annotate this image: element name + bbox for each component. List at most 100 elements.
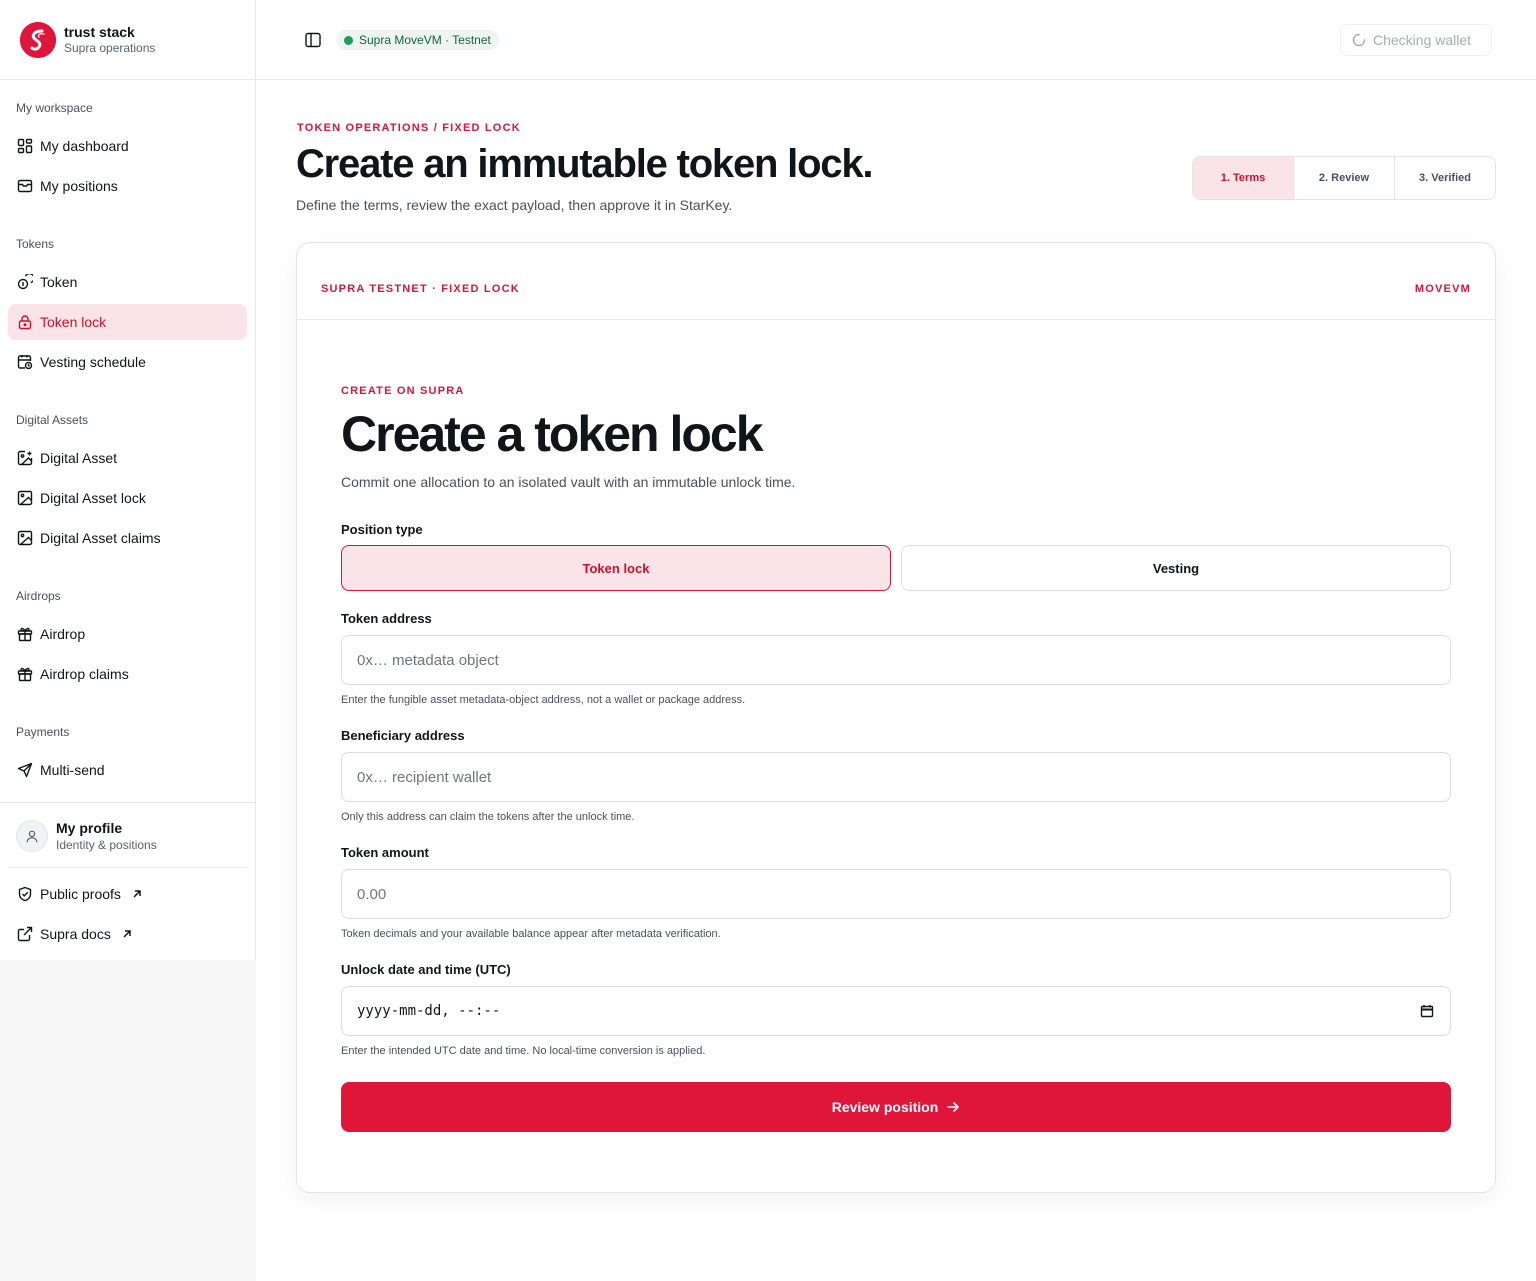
gift-icon	[17, 666, 33, 682]
review-position-label: Review position	[831, 1099, 939, 1115]
sidebar-item-token[interactable]: Token	[8, 264, 247, 300]
external-link-icon	[17, 926, 33, 942]
sidebar-item-label: Digital Asset	[40, 450, 118, 466]
brand-logo-icon	[20, 22, 56, 58]
beneficiary-address-input[interactable]	[341, 752, 1451, 802]
shield-check-icon	[17, 886, 33, 902]
profile-subtitle: Identity & positions	[56, 838, 157, 852]
sidebar-item-digital-asset-claims[interactable]: Digital Asset claims	[8, 520, 247, 556]
form-kicker: CREATE ON SUPRA	[341, 385, 465, 397]
sidebar-item-label: Airdrop claims	[40, 666, 129, 682]
step-terms: 1. Terms	[1193, 157, 1293, 199]
sidebar-item-label: Vesting schedule	[40, 354, 146, 370]
token-amount-input[interactable]	[341, 869, 1451, 919]
gift-icon	[17, 626, 33, 642]
step-verified: 3. Verified	[1394, 157, 1495, 199]
position-type-token-lock[interactable]: Token lock	[341, 545, 891, 591]
unlock-datetime-placeholder: yyyy-mm-dd, --:--	[357, 1003, 501, 1019]
card-vm-label: MOVEVM	[1414, 283, 1471, 295]
page-kicker: TOKEN OPERATIONS / FIXED LOCK	[297, 122, 521, 134]
sidebar-item-label: Digital Asset lock	[40, 490, 146, 506]
brand[interactable]: trust stack Supra operations	[0, 0, 255, 80]
sidebar-item-label: My dashboard	[40, 138, 129, 154]
form-title: Create a token lock	[341, 406, 764, 462]
page-description: Define the terms, review the exact paylo…	[296, 197, 733, 213]
sidebar-item-label: Public proofs	[40, 886, 121, 902]
calendar-icon[interactable]	[1420, 1004, 1434, 1018]
beneficiary-address-hint: Only this address can claim the tokens a…	[341, 811, 635, 823]
coins-icon	[17, 274, 33, 290]
card-network-label: SUPRA TESTNET · FIXED LOCK	[321, 283, 520, 295]
dashboard-icon	[17, 138, 33, 154]
arrow-right-icon	[946, 1100, 960, 1114]
sidebar-item-label: Multi-send	[40, 762, 105, 778]
wallet-status-label: Checking wallet	[1373, 32, 1472, 48]
sidebar-item-my-positions[interactable]: My positions	[8, 168, 247, 204]
token-address-input[interactable]	[341, 635, 1451, 685]
unlock-datetime-input[interactable]: yyyy-mm-dd, --:--	[341, 986, 1451, 1036]
sidebar-item-label: Supra docs	[40, 926, 111, 942]
network-label: Supra MoveVM · Testnet	[359, 33, 491, 47]
sidebar-item-label: Digital Asset claims	[40, 530, 161, 546]
sidebar: trust stack Supra operations My workspac…	[0, 0, 256, 1281]
network-status-dot	[344, 35, 353, 45]
form-description: Commit one allocation to an isolated vau…	[341, 474, 796, 490]
unlock-datetime-hint: Enter the intended UTC date and time. No…	[341, 1045, 706, 1057]
sidebar-divider	[8, 867, 247, 868]
sidebar-item-my-dashboard[interactable]: My dashboard	[8, 128, 247, 164]
network-badge: Supra MoveVM · Testnet	[336, 30, 499, 50]
sidebar-link-supra-docs[interactable]: Supra docs	[8, 916, 247, 952]
sidebar-link-public-proofs[interactable]: Public proofs	[8, 876, 247, 912]
sidebar-item-label: My positions	[40, 178, 118, 194]
token-amount-label: Token amount	[341, 845, 429, 860]
sidebar-toggle-icon[interactable]	[304, 31, 322, 49]
token-address-label: Token address	[341, 611, 432, 626]
token-address-hint: Enter the fungible asset metadata-object…	[341, 694, 746, 706]
sidebar-panel: trust stack Supra operations My workspac…	[0, 0, 256, 960]
arrow-up-right-icon	[131, 888, 143, 900]
sidebar-item-label: Token lock	[40, 314, 107, 330]
sidebar-item-digital-asset[interactable]: Digital Asset	[8, 440, 247, 476]
sidebar-item-label: Airdrop	[40, 626, 86, 642]
profile-name: My profile	[56, 820, 123, 836]
sidebar-section-payments: Payments	[16, 725, 70, 739]
profile-link[interactable]: My profile Identity & positions	[8, 812, 247, 860]
calendar-clock-icon	[17, 354, 33, 370]
sidebar-divider	[0, 802, 255, 803]
brand-subtitle: Supra operations	[64, 41, 156, 55]
image-icon	[17, 530, 33, 546]
sidebar-section-digital-assets: Digital Assets	[16, 413, 89, 427]
beneficiary-address-label: Beneficiary address	[341, 728, 465, 743]
wallet-button[interactable]: Checking wallet	[1340, 24, 1492, 56]
sidebar-item-airdrop-claims[interactable]: Airdrop claims	[8, 656, 247, 692]
token-lock-card: SUPRA TESTNET · FIXED LOCK MOVEVM CREATE…	[296, 242, 1496, 1193]
unlock-datetime-label: Unlock date and time (UTC)	[341, 962, 511, 977]
sidebar-item-multi-send[interactable]: Multi-send	[8, 752, 247, 788]
brand-name: trust stack	[64, 24, 135, 40]
sidebar-item-token-lock[interactable]: Token lock	[8, 304, 247, 340]
position-type-label: Position type	[341, 522, 423, 537]
card-header: SUPRA TESTNET · FIXED LOCK MOVEVM	[297, 243, 1495, 320]
review-position-button[interactable]: Review position	[341, 1082, 1451, 1132]
token-amount-hint: Token decimals and your available balanc…	[341, 928, 721, 940]
image-plus-icon	[17, 450, 33, 466]
loading-spinner-icon	[1352, 33, 1366, 47]
sidebar-section-my-workspace: My workspace	[16, 101, 93, 115]
step-indicator: 1. Terms 2. Review 3. Verified	[1192, 156, 1496, 200]
lock-icon	[17, 314, 33, 330]
sidebar-item-airdrop[interactable]: Airdrop	[8, 616, 247, 652]
inbox-icon	[17, 178, 33, 194]
position-type-vesting[interactable]: Vesting	[901, 545, 1451, 591]
sidebar-item-vesting-schedule[interactable]: Vesting schedule	[8, 344, 247, 380]
sidebar-item-label: Token	[40, 274, 78, 290]
arrow-up-right-icon	[121, 928, 133, 940]
send-icon	[17, 762, 33, 778]
topbar: Supra MoveVM · Testnet Checking wallet	[256, 0, 1536, 80]
sidebar-section-airdrops: Airdrops	[16, 589, 61, 603]
image-icon	[17, 490, 33, 506]
user-avatar-icon	[16, 820, 48, 852]
step-review: 2. Review	[1293, 157, 1394, 199]
sidebar-item-digital-asset-lock[interactable]: Digital Asset lock	[8, 480, 247, 516]
page-title: Create an immutable token lock.	[296, 142, 874, 186]
sidebar-section-tokens: Tokens	[16, 237, 55, 251]
